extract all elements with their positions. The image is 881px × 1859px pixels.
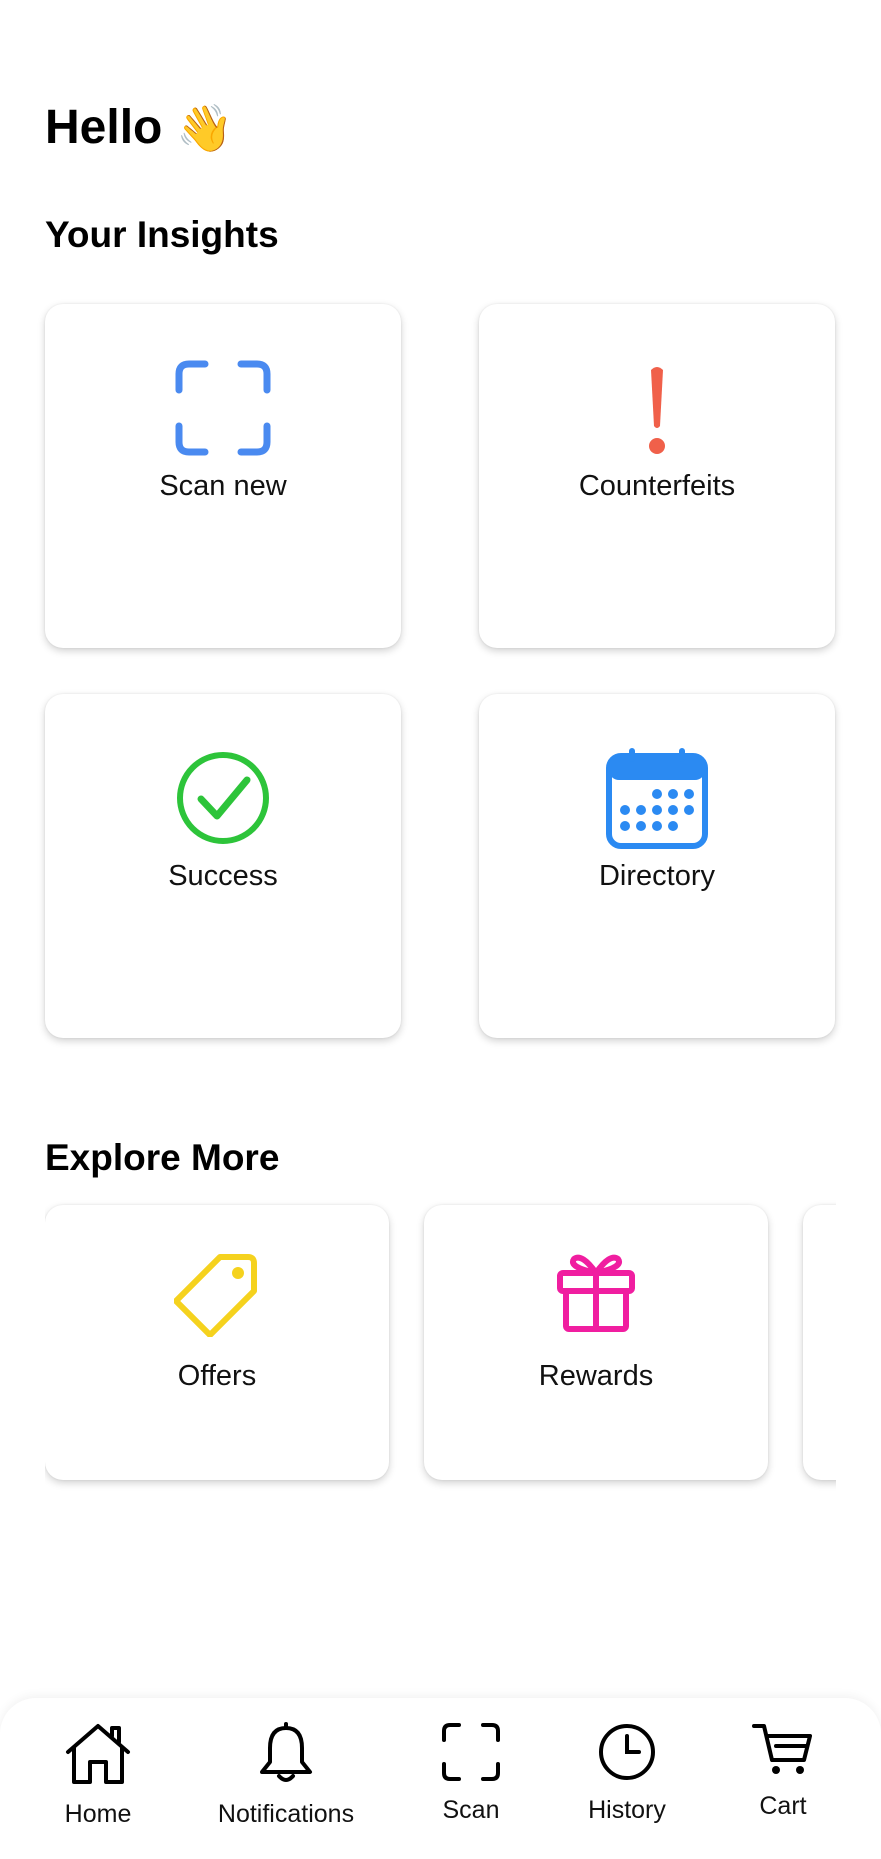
nav-scan[interactable]: Scan <box>431 1722 511 1825</box>
scan-icon <box>442 1723 500 1781</box>
scan-frame-icon <box>175 360 271 456</box>
nav-cart-label: Cart <box>759 1792 807 1820</box>
insight-card-success[interactable]: Success <box>45 694 401 1038</box>
explore-carousel[interactable]: Offers Rewards <box>45 1195 836 1495</box>
insight-card-counterfeits[interactable]: Counterfeits <box>479 304 835 648</box>
bell-icon <box>260 1722 312 1782</box>
success-label: Success <box>168 860 278 892</box>
nav-scan-label: Scan <box>442 1796 500 1824</box>
nav-notifications[interactable]: Notifications <box>206 1722 366 1829</box>
nav-cart[interactable]: Cart <box>743 1722 823 1821</box>
offers-label: Offers <box>177 1360 257 1392</box>
explore-card-offers[interactable]: Offers <box>45 1205 389 1480</box>
nav-home[interactable]: Home <box>58 1722 138 1829</box>
counterfeits-label: Counterfeits <box>578 470 736 502</box>
bottom-nav: Home Notifications Scan History Cart <box>0 1698 881 1859</box>
explore-title: Explore More <box>45 1137 280 1178</box>
insights-title: Your Insights <box>45 214 279 255</box>
directory-label: Directory <box>598 860 715 892</box>
nav-history-label: History <box>588 1796 666 1824</box>
check-circle-icon <box>177 752 269 844</box>
exclamation-icon <box>649 367 665 454</box>
rewards-label: Rewards <box>538 1360 654 1392</box>
waving-hand-icon: 👋 <box>176 101 234 154</box>
explore-card-partial[interactable] <box>803 1205 836 1480</box>
insight-card-directory[interactable]: Directory <box>479 694 835 1038</box>
greeting-text: Hello <box>45 101 163 154</box>
nav-home-label: Home <box>64 1800 132 1828</box>
cart-icon <box>752 1724 812 1774</box>
insight-card-scan-new[interactable]: Scan new <box>45 304 401 648</box>
nav-notifications-label: Notifications <box>217 1800 355 1828</box>
nav-history[interactable]: History <box>582 1722 672 1825</box>
clock-icon <box>599 1724 655 1780</box>
scan-new-label: Scan new <box>159 470 287 502</box>
gift-icon <box>557 1254 635 1332</box>
tag-icon <box>174 1254 257 1337</box>
home-icon <box>66 1724 130 1784</box>
explore-card-rewards[interactable]: Rewards <box>424 1205 768 1480</box>
calendar-icon <box>606 748 708 849</box>
greeting: Hello 👋 <box>45 100 234 155</box>
